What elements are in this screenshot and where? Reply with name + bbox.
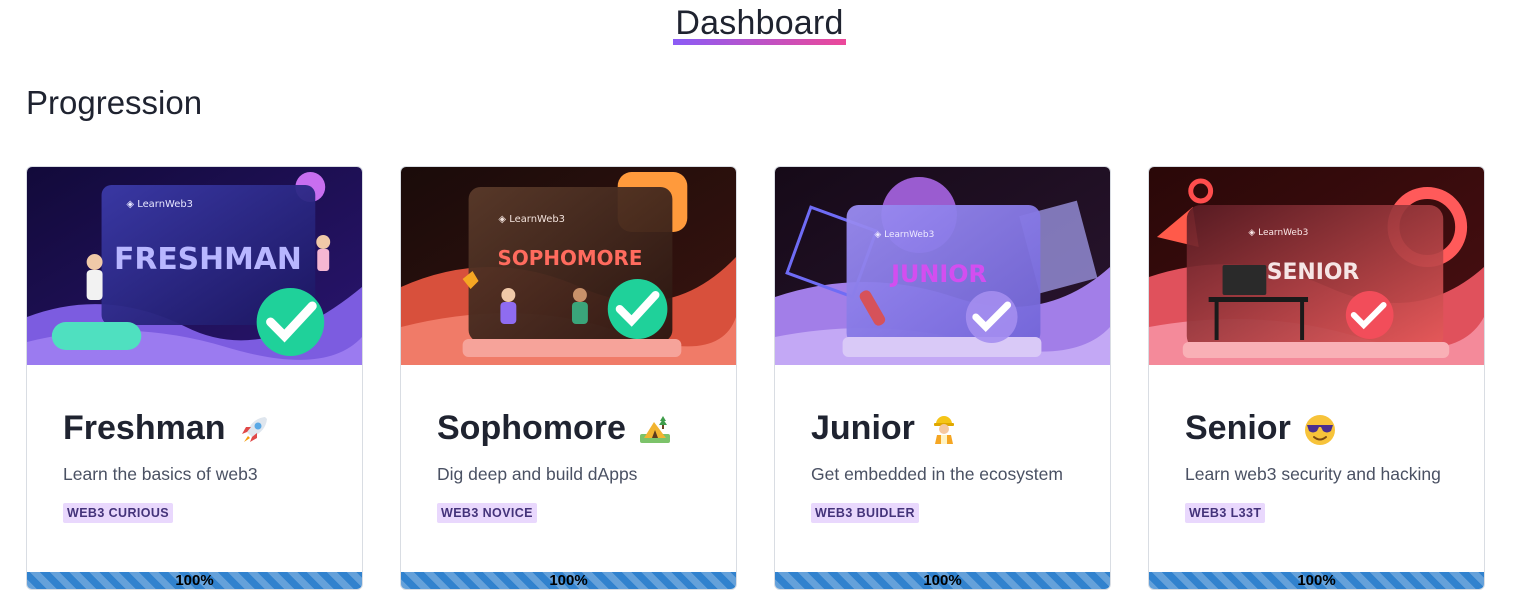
card-title-text: Freshman [63, 409, 226, 447]
level-badge: WEB3 CURIOUS [63, 503, 174, 523]
level-badge: WEB3 L33T [1185, 503, 1266, 523]
progress-label: 100% [549, 572, 588, 589]
progress-label: 100% [1297, 572, 1336, 589]
card-title-text: Senior [1185, 409, 1291, 447]
svg-text:SOPHOMORE: SOPHOMORE [498, 246, 643, 270]
page-header: Dashboard [0, 4, 1519, 45]
card-title: Freshman [63, 409, 326, 448]
rocket-icon [238, 412, 272, 446]
card-description: Learn web3 security and hacking [1185, 464, 1441, 484]
card-title: Senior [1185, 409, 1448, 448]
card-sophomore[interactable]: SOPHOMORE ◈ LearnWeb3 Sophomore Dig deep… [400, 166, 737, 590]
sunglasses-face-icon [1303, 412, 1337, 446]
svg-text:◈ LearnWeb3: ◈ LearnWeb3 [126, 199, 193, 210]
svg-text:SENIOR: SENIOR [1267, 260, 1360, 285]
svg-text:JUNIOR: JUNIOR [889, 260, 987, 288]
card-description: Dig deep and build dApps [437, 464, 638, 484]
svg-text:◈ LearnWeb3: ◈ LearnWeb3 [498, 214, 565, 225]
card-banner-image: SOPHOMORE ◈ LearnWeb3 [401, 167, 736, 365]
card-title: Junior [811, 409, 1074, 448]
progress-label: 100% [923, 572, 962, 589]
svg-text:◈ LearnWeb3: ◈ LearnWeb3 [1248, 228, 1308, 238]
card-description: Get embedded in the ecosystem [811, 464, 1063, 484]
svg-text:◈ LearnWeb3: ◈ LearnWeb3 [874, 230, 934, 240]
progression-cards: FRESHMAN ◈ LearnWeb3 Freshman Learn the … [26, 166, 1485, 590]
section-title-progression: Progression [26, 84, 203, 121]
camping-icon [638, 412, 672, 446]
card-title-text: Sophomore [437, 409, 626, 447]
progress-bar: 100% [775, 572, 1110, 589]
card-banner-image: FRESHMAN ◈ LearnWeb3 [27, 167, 362, 365]
construction-worker-icon [927, 412, 961, 446]
progress-bar: 100% [401, 572, 736, 589]
svg-text:FRESHMAN: FRESHMAN [114, 242, 302, 277]
progress-bar: 100% [1149, 572, 1484, 589]
card-description: Learn the basics of web3 [63, 464, 258, 484]
card-junior[interactable]: JUNIOR ◈ LearnWeb3 Junior Get embedded i… [774, 166, 1111, 590]
progress-bar: 100% [27, 572, 362, 589]
level-badge: WEB3 NOVICE [437, 503, 537, 523]
card-title-text: Junior [811, 409, 915, 447]
level-badge: WEB3 BUIDLER [811, 503, 919, 523]
page-title: Dashboard [673, 4, 846, 45]
card-banner-image: JUNIOR ◈ LearnWeb3 [775, 167, 1110, 365]
card-banner-image: SENIOR ◈ LearnWeb3 [1149, 167, 1484, 365]
card-senior[interactable]: SENIOR ◈ LearnWeb3 Senior Learn web3 sec… [1148, 166, 1485, 590]
card-title: Sophomore [437, 409, 700, 448]
progress-label: 100% [175, 572, 214, 589]
card-freshman[interactable]: FRESHMAN ◈ LearnWeb3 Freshman Learn the … [26, 166, 363, 590]
